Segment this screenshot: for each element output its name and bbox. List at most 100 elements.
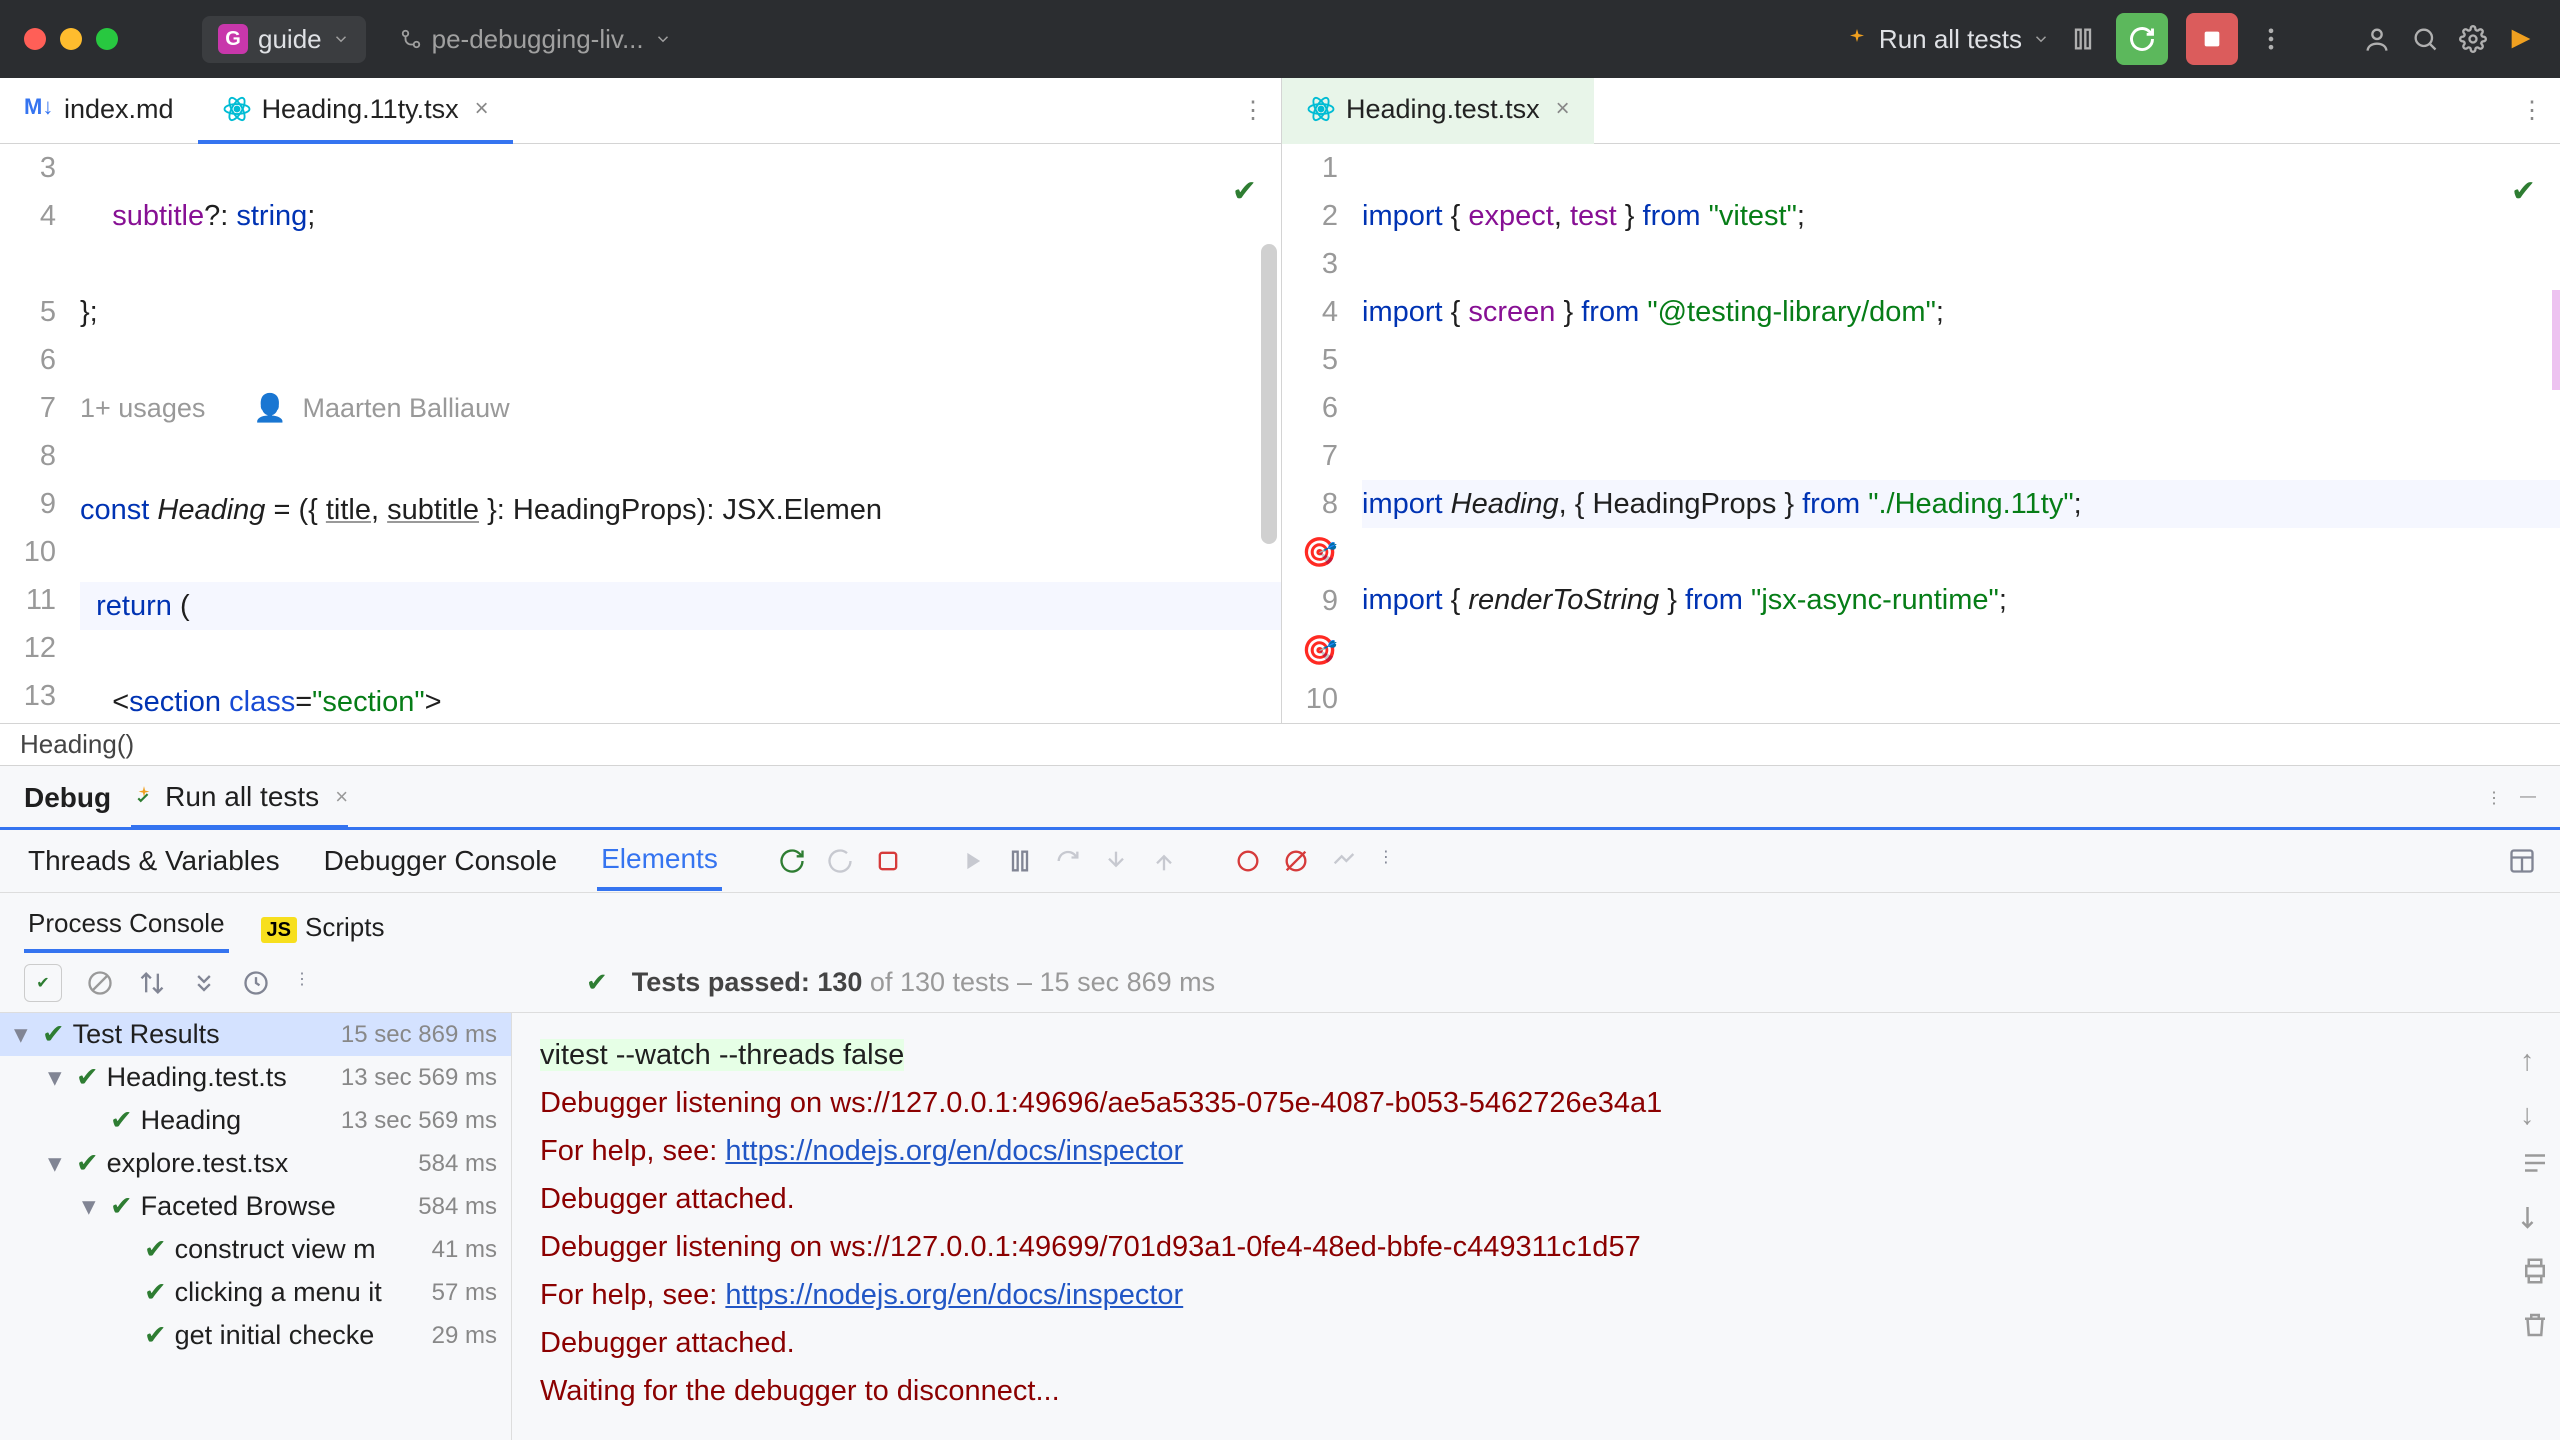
rerun-button[interactable] bbox=[2116, 13, 2168, 65]
run-configuration-selector[interactable]: Run all tests bbox=[1845, 24, 2050, 55]
breadcrumb-item[interactable]: Heading() bbox=[20, 729, 134, 760]
minimize-window-button[interactable] bbox=[60, 28, 82, 50]
layout-settings-icon[interactable] bbox=[2508, 847, 2536, 875]
titlebar: G guide pe-debugging-liv... Run all test… bbox=[0, 0, 2560, 78]
tab-elements[interactable]: Elements bbox=[597, 831, 722, 891]
scroll-down-icon[interactable]: ↓ bbox=[2520, 1091, 2550, 1121]
code-content[interactable]: subtitle?: string; }; 1+ usages👤 Maarten… bbox=[80, 144, 1281, 723]
close-tab-button[interactable]: × bbox=[1556, 95, 1570, 123]
test-tree-row[interactable]: ✔ construct view m41 ms bbox=[0, 1228, 511, 1271]
show-passed-toggle[interactable]: ✔ bbox=[24, 964, 62, 1002]
line-gutter: 3 4 5 6 7 8 9 10 11 12 13 14 bbox=[0, 144, 80, 723]
show-ignored-toggle[interactable] bbox=[86, 969, 114, 997]
markdown-file-icon: M↓ bbox=[24, 94, 54, 124]
tab-heading-test[interactable]: Heading.test.tsx × bbox=[1282, 78, 1594, 144]
console-link[interactable]: https://nodejs.org/en/docs/inspector bbox=[725, 1135, 1183, 1167]
view-breakpoints-icon[interactable] bbox=[1234, 847, 1262, 875]
inspection-status-icon[interactable]: ✔ bbox=[1232, 168, 1257, 216]
tab-threads-variables[interactable]: Threads & Variables bbox=[24, 833, 284, 889]
debug-session-tab[interactable]: Run all tests × bbox=[131, 781, 348, 829]
tab-heading-11ty[interactable]: Heading.11ty.tsx × bbox=[198, 78, 513, 144]
console-link[interactable]: https://nodejs.org/en/docs/inspector bbox=[725, 1279, 1183, 1311]
usages-hint[interactable]: 1+ usages bbox=[80, 384, 205, 432]
soft-wrap-icon[interactable] bbox=[2520, 1145, 2550, 1175]
test-tree-row[interactable]: ✔ get initial checke29 ms bbox=[0, 1314, 511, 1357]
settings-button[interactable] bbox=[2458, 24, 2488, 54]
step-over-icon[interactable] bbox=[1054, 847, 1082, 875]
code-content[interactable]: import { expect, test } from "vitest"; i… bbox=[1362, 144, 2560, 723]
tab-overflow-button[interactable]: ⋮ bbox=[1225, 96, 1281, 125]
more-menu-button[interactable] bbox=[2256, 24, 2286, 54]
editor-tabs-row: M↓ index.md Heading.11ty.tsx × ⋮ Heading… bbox=[0, 78, 2560, 144]
resume-icon[interactable] bbox=[958, 847, 986, 875]
rerun-icon[interactable] bbox=[778, 847, 806, 875]
run-config-label: Run all tests bbox=[1879, 24, 2022, 55]
tab-debugger-console[interactable]: Debugger Console bbox=[320, 833, 562, 889]
tab-index-md[interactable]: M↓ index.md bbox=[0, 78, 198, 144]
rerun-failed-icon[interactable] bbox=[826, 847, 854, 875]
scroll-to-end-icon[interactable] bbox=[2520, 1199, 2550, 1229]
sort-toggle[interactable] bbox=[138, 969, 166, 997]
editor-left-pane: 3 4 5 6 7 8 9 10 11 12 13 14 subtitle?: … bbox=[0, 144, 1282, 723]
project-badge: G bbox=[218, 24, 248, 54]
hide-tool-window-button[interactable]: — bbox=[2520, 788, 2536, 808]
subtab-process-console[interactable]: Process Console bbox=[24, 898, 229, 953]
subtab-scripts[interactable]: JSScripts bbox=[257, 902, 389, 953]
debugger-settings-icon[interactable] bbox=[1330, 847, 1358, 875]
step-into-icon[interactable] bbox=[1102, 847, 1130, 875]
code-with-me-button[interactable] bbox=[2362, 24, 2392, 54]
print-icon[interactable] bbox=[2520, 1253, 2550, 1283]
editor-split: 3 4 5 6 7 8 9 10 11 12 13 14 subtitle?: … bbox=[0, 144, 2560, 724]
tool-window-title: Debug bbox=[24, 782, 111, 814]
maximize-window-button[interactable] bbox=[96, 28, 118, 50]
ide-logo-icon bbox=[2506, 24, 2536, 54]
chevron-down-icon bbox=[332, 30, 350, 48]
stop-button[interactable] bbox=[2186, 13, 2238, 65]
test-tree-row[interactable]: ▾✔ Heading.test.ts13 sec 569 ms bbox=[0, 1056, 511, 1099]
test-tree-row[interactable]: ▾✔ Test Results15 sec 869 ms bbox=[0, 1013, 511, 1056]
clear-icon[interactable] bbox=[2520, 1307, 2550, 1337]
close-window-button[interactable] bbox=[24, 28, 46, 50]
sparkle-icon bbox=[1845, 27, 1869, 51]
more-icon[interactable]: ⋮ bbox=[1378, 847, 1406, 875]
error-stripe[interactable] bbox=[2552, 290, 2560, 390]
vcs-branch-selector[interactable]: pe-debugging-liv... bbox=[386, 16, 686, 63]
project-name: guide bbox=[258, 24, 322, 55]
run-line-marker-icon[interactable]: 🎯 bbox=[1302, 529, 1338, 577]
branch-name: pe-debugging-liv... bbox=[432, 24, 644, 55]
author-annotation[interactable]: 👤 Maarten Balliauw bbox=[253, 384, 509, 432]
test-tree-row[interactable]: ▾✔ explore.test.tsx584 ms bbox=[0, 1142, 511, 1185]
branch-icon bbox=[400, 28, 422, 50]
tab-overflow-button[interactable]: ⋮ bbox=[2504, 96, 2560, 125]
close-tab-button[interactable]: × bbox=[475, 95, 489, 123]
status-pass-icon: ✔ bbox=[586, 967, 608, 998]
breadcrumb-bar[interactable]: Heading() bbox=[0, 724, 2560, 766]
debug-session-label: Run all tests bbox=[165, 781, 319, 813]
run-line-marker-icon[interactable]: 🎯 bbox=[1302, 627, 1338, 675]
window-controls bbox=[24, 28, 118, 50]
scroll-up-icon[interactable]: ↑ bbox=[2520, 1037, 2550, 1067]
project-selector[interactable]: G guide bbox=[202, 16, 366, 63]
mute-breakpoints-icon[interactable] bbox=[1282, 847, 1310, 875]
test-tree-row[interactable]: ✔ clicking a menu it57 ms bbox=[0, 1271, 511, 1314]
close-session-button[interactable]: × bbox=[335, 784, 348, 810]
console-output[interactable]: vitest --watch --threads false Debugger … bbox=[512, 1013, 2560, 1440]
search-button[interactable] bbox=[2410, 24, 2440, 54]
test-status-text: Tests passed: 130 of 130 tests – 15 sec … bbox=[632, 967, 1215, 998]
more-tree-options-icon[interactable]: ⋮ bbox=[294, 969, 322, 997]
left-tab-group: M↓ index.md Heading.11ty.tsx × ⋮ bbox=[0, 78, 1282, 143]
scrollbar-vertical[interactable] bbox=[1261, 244, 1277, 544]
tool-window-options-button[interactable]: ⋮ bbox=[2486, 788, 2502, 808]
test-result-tree[interactable]: ▾✔ Test Results15 sec 869 ms▾✔ Heading.t… bbox=[0, 1013, 512, 1440]
tab-label: index.md bbox=[64, 94, 174, 125]
pause-icon[interactable] bbox=[1006, 847, 1034, 875]
inspection-status-icon[interactable]: ✔ bbox=[2511, 168, 2536, 216]
test-history-icon[interactable] bbox=[242, 969, 270, 997]
expand-all-icon[interactable] bbox=[190, 969, 218, 997]
stop-icon[interactable] bbox=[874, 847, 902, 875]
step-out-icon[interactable] bbox=[1150, 847, 1178, 875]
test-tree-row[interactable]: ▾✔ Faceted Browse584 ms bbox=[0, 1185, 511, 1228]
test-tree-row[interactable]: ✔ Heading13 sec 569 ms bbox=[0, 1099, 511, 1142]
chevron-down-icon bbox=[654, 30, 672, 48]
pause-button[interactable] bbox=[2068, 24, 2098, 54]
